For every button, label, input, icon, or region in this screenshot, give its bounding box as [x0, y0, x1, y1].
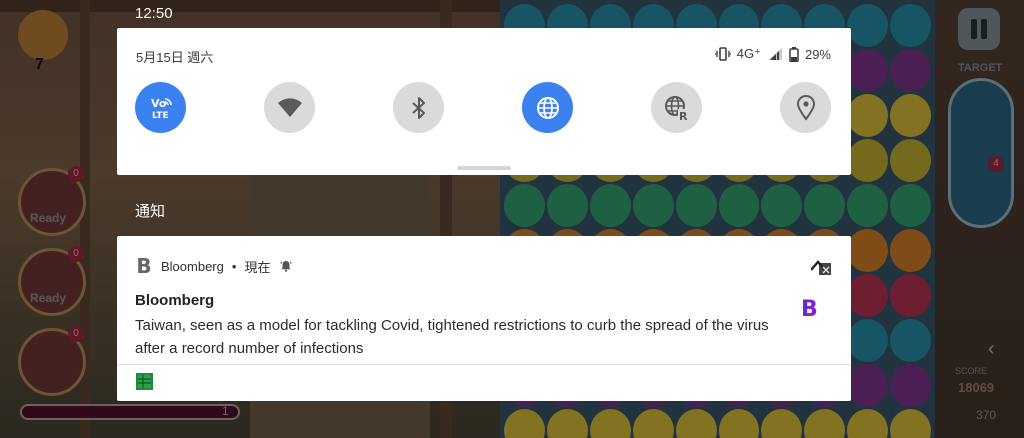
location-pin-icon: [796, 94, 815, 121]
qs-tile-volte[interactable]: Vo LTE: [135, 82, 186, 133]
bluetooth-icon: [411, 96, 425, 119]
qs-status-icons: 4G⁺ 29%: [714, 46, 831, 62]
notification-header: B Bloomberg • 現在: [135, 254, 293, 278]
quick-settings-panel: 5月15日 週六 4G⁺ 29% Vo LTE R: [117, 28, 851, 175]
notification-divider: [117, 364, 851, 365]
globe-icon: [536, 96, 559, 119]
status-time: 12:50: [135, 5, 173, 22]
notification-app-name: Bloomberg: [161, 258, 224, 274]
signal-icon: [767, 47, 783, 61]
header-separator: •: [231, 258, 237, 274]
alert-bell-icon: [280, 260, 293, 272]
network-type: 4G⁺: [736, 46, 761, 61]
vibrate-icon: [714, 47, 731, 61]
notification-title: Bloomberg: [135, 292, 215, 309]
volte-label: LTE: [152, 111, 169, 121]
qs-date: 5月15日 週六: [136, 50, 214, 65]
qs-tile-wifi[interactable]: [264, 82, 315, 133]
qs-tile-data[interactable]: [522, 82, 573, 133]
qs-drag-handle[interactable]: [457, 166, 511, 170]
qs-tiles: Vo LTE R: [135, 82, 833, 134]
svg-text:R: R: [679, 110, 688, 122]
notification-body: Taiwan, seen as a model for tackling Cov…: [135, 317, 769, 357]
bloomberg-app-icon: B: [136, 254, 152, 278]
svg-text:Vo: Vo: [151, 97, 167, 110]
qs-tile-roaming[interactable]: R: [651, 82, 702, 133]
qs-tile-bluetooth[interactable]: [393, 82, 444, 133]
notifications-heading: 通知: [135, 203, 166, 220]
expand-collapse-icon[interactable]: [811, 258, 833, 278]
bloomberg-logo-thumbnail: B: [801, 298, 823, 322]
battery-icon: [789, 46, 799, 62]
notification-card[interactable]: B Bloomberg • 現在 Bloomberg Taiwan, seen …: [117, 236, 851, 401]
notification-time: 現在: [244, 259, 271, 275]
roaming-globe-icon: R: [664, 95, 690, 122]
sheets-action-icon[interactable]: [136, 373, 153, 390]
qs-tile-location[interactable]: [780, 82, 831, 133]
battery-percent: 29%: [804, 46, 831, 62]
wifi-icon: [277, 97, 302, 117]
